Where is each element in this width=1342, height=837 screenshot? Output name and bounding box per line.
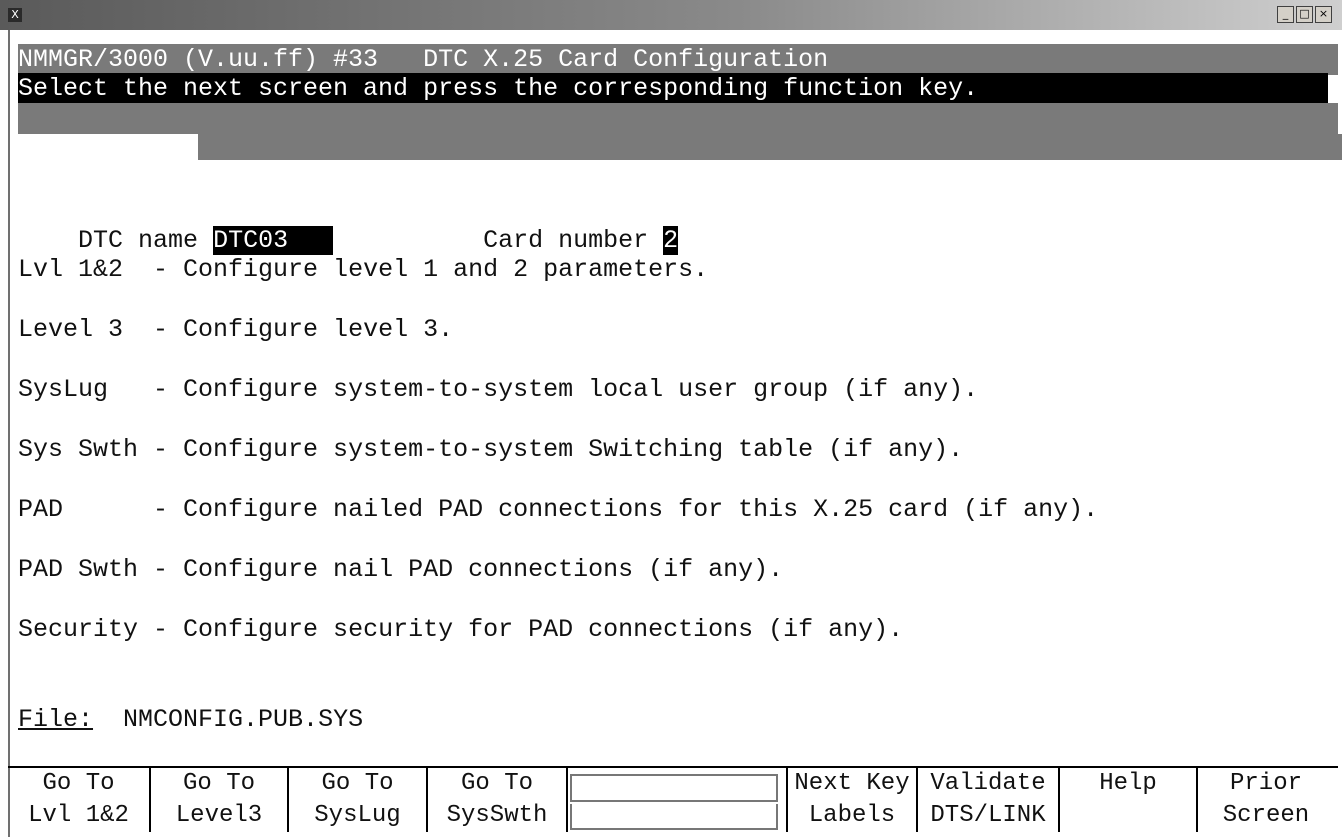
option-key: Lvl 1&2 (18, 255, 154, 284)
option-row-level3: Level 3 - Configure level 3. (18, 314, 453, 345)
fkey-empty[interactable] (568, 768, 786, 832)
option-key: Sys Swth (18, 435, 154, 464)
fkey-next-key-labels[interactable]: Next Key Labels (786, 768, 918, 832)
fkey-label-bottom: Screen (1222, 802, 1310, 829)
close-icon[interactable]: × (1315, 6, 1332, 23)
fkey-label-top: Go To (321, 770, 394, 797)
fkey-validate-dts-link[interactable]: Validate DTS/LINK (918, 768, 1060, 832)
fkey-label-top: Validate (930, 770, 1046, 797)
option-desc: - Configure system-to-system local user … (153, 375, 979, 404)
fkey-label-top: Go To (42, 770, 115, 797)
fkey-label-bottom: Level3 (175, 802, 263, 829)
fkey-label-bottom: Lvl 1&2 (28, 802, 129, 829)
option-key: Security (18, 615, 154, 644)
option-desc: - Configure nailed PAD connections for t… (153, 495, 1099, 524)
option-row-security: Security - Configure security for PAD co… (18, 614, 903, 645)
fkey-label-bottom: SysSwth (446, 802, 548, 829)
fkey-help[interactable]: Help (1060, 768, 1198, 832)
maximize-icon[interactable]: □ (1296, 6, 1313, 23)
dtc-fields-row: DTC name DTC03 Card number 2 (18, 194, 679, 255)
fkey-goto-lvl12[interactable]: Go To Lvl 1&2 (8, 768, 151, 832)
window-title-bar: X _ □ × (0, 0, 1342, 30)
file-row: File: NMCONFIG.PUB.SYS (18, 704, 363, 735)
fkey-label-top: Go To (182, 770, 255, 797)
option-row-pad: PAD - Configure nailed PAD connections f… (18, 494, 1098, 525)
window-system-icon[interactable]: X (8, 8, 22, 22)
screen-title: NMMGR/3000 (V.uu.ff) #33 DTC X.25 Card C… (18, 44, 1338, 75)
fkey-label-top: Next Key (794, 770, 910, 797)
terminal-screen: NMMGR/3000 (V.uu.ff) #33 DTC X.25 Card C… (8, 30, 1342, 837)
file-label: File: (18, 705, 94, 734)
fkey-label-bottom: Labels (808, 802, 896, 829)
command-input[interactable] (198, 134, 1342, 162)
fkey-label-top: Prior (1229, 770, 1302, 797)
fkey-label-bottom: SysLug (314, 802, 401, 829)
minimize-icon[interactable]: _ (1277, 6, 1294, 23)
fkey-prior-screen[interactable]: Prior Screen (1198, 768, 1334, 832)
option-row-padswth: PAD Swth - Configure nail PAD connection… (18, 554, 783, 585)
option-row-sysswth: Sys Swth - Configure system-to-system Sw… (18, 434, 963, 465)
option-key: PAD Swth (18, 555, 154, 584)
option-desc: - Configure security for PAD connections… (153, 615, 904, 644)
function-key-bar: Go To Lvl 1&2 Go To Level3 Go To SysLug Go … (8, 766, 1338, 836)
fkey-label-top: Go To (460, 770, 533, 797)
window-controls: _ □ × (1277, 6, 1332, 23)
dtc-name-field[interactable]: DTC03 (213, 226, 334, 255)
fkey-empty-bottom (570, 804, 778, 830)
option-key: SysLug (18, 375, 154, 404)
card-number-label: Card number (483, 226, 649, 255)
option-desc: - Configure level 1 and 2 parameters. (153, 255, 709, 284)
command-line: Command: (18, 103, 1342, 164)
option-key: Level 3 (18, 315, 154, 344)
option-desc: - Configure level 3. (153, 315, 454, 344)
fkey-goto-level3[interactable]: Go To Level3 (151, 768, 289, 832)
option-desc: - Configure system-to-system Switching t… (153, 435, 964, 464)
fkey-empty-top (570, 774, 778, 802)
fkey-goto-sysswth[interactable]: Go To SysSwth (428, 768, 568, 832)
file-value: NMCONFIG.PUB.SYS (123, 705, 364, 734)
dtc-name-label: DTC name (78, 226, 199, 255)
instruction-line: Select the next screen and press the cor… (18, 73, 1328, 104)
option-desc: - Configure nail PAD connections (if any… (153, 555, 784, 584)
fkey-label-bottom: DTS/LINK (930, 802, 1046, 829)
fkey-label-top: Help (1099, 770, 1157, 797)
command-label: Command: (78, 135, 199, 164)
fkey-goto-syslug[interactable]: Go To SysLug (289, 768, 428, 832)
option-row-syslug: SysLug - Configure system-to-system loca… (18, 374, 978, 405)
option-row-lvl12: Lvl 1&2 - Configure level 1 and 2 parame… (18, 254, 708, 285)
card-number-field[interactable]: 2 (663, 226, 679, 255)
option-key: PAD (18, 495, 154, 524)
